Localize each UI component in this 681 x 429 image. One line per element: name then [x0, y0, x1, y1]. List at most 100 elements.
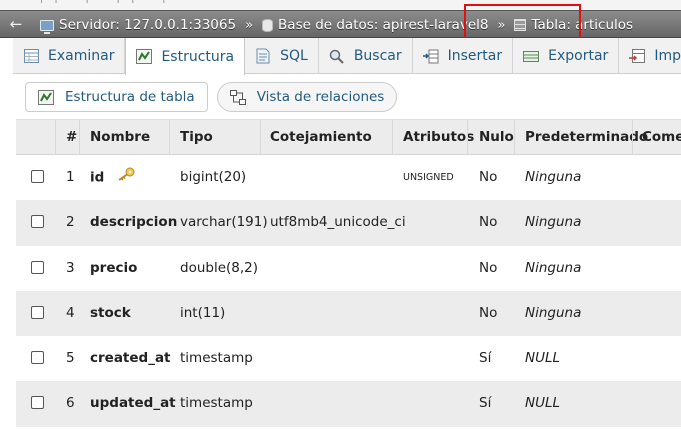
tab-label: Importa	[654, 48, 681, 64]
row-null: No	[479, 214, 498, 231]
table-header: # Nombre Tipo Cotejamiento Atributos Nul…	[16, 119, 681, 156]
row-attributes: UNSIGNED	[403, 172, 454, 183]
header-collation[interactable]: Cotejamiento	[270, 120, 372, 156]
subtab-table-structure[interactable]: Estructura de tabla	[25, 82, 208, 112]
primary-key-icon	[117, 155, 135, 200]
row-type: timestamp	[180, 395, 253, 412]
row-name: created_at	[90, 350, 171, 367]
tab-examinar[interactable]: Examinar	[13, 38, 126, 74]
header-comments[interactable]: Comen	[642, 120, 681, 156]
tab-label: SQL	[280, 48, 308, 64]
column-divider	[632, 120, 633, 156]
tab-label: Insertar	[447, 48, 503, 64]
export-icon	[523, 48, 540, 64]
row-null: Sí	[479, 350, 492, 367]
row-checkbox[interactable]	[31, 305, 44, 319]
row-num: 3	[66, 259, 75, 276]
browse-icon	[23, 48, 39, 64]
row-type: varchar(191)	[180, 214, 268, 231]
row-name: stock	[90, 304, 131, 321]
table-structure-icon	[38, 89, 55, 105]
insert-icon	[422, 48, 439, 64]
row-null: No	[479, 169, 498, 185]
table-row: 6 updated_at timestamp Sí NULL	[16, 381, 681, 427]
row-default: Ninguna	[525, 259, 582, 276]
row-num: 2	[66, 214, 75, 231]
breadcrumb-database-label: Base de datos: apirest-laravel8	[278, 17, 489, 33]
row-name: precio	[90, 259, 138, 276]
breadcrumb-database[interactable]: Base de datos: apirest-laravel8	[262, 17, 488, 33]
table-row: 5 created_at timestamp Sí NULL	[16, 336, 681, 382]
tab-label: Buscar	[353, 48, 402, 64]
row-null: No	[479, 259, 498, 276]
column-divider	[260, 120, 261, 156]
search-icon	[329, 48, 345, 64]
row-checkbox[interactable]	[31, 260, 44, 274]
tab-label: Exportar	[548, 48, 609, 64]
breadcrumb-server[interactable]: Servidor: 127.0.0.1:33065	[40, 17, 237, 34]
table-row: 3 precio double(8,2) No Ninguna	[16, 245, 681, 291]
row-num: 5	[66, 350, 75, 367]
row-type: bigint(20)	[180, 169, 247, 185]
row-default: Ninguna	[525, 169, 582, 185]
tab-importar[interactable]: Importa	[619, 38, 681, 74]
header-num[interactable]: #	[66, 120, 77, 156]
row-type: timestamp	[180, 350, 253, 367]
import-icon	[629, 48, 646, 64]
table-row: 1 id bigint(20) UNSIGNED No Ninguna	[16, 155, 681, 201]
tab-label: Examinar	[48, 48, 115, 64]
breadcrumb-server-label: Servidor: 127.0.0.1:33065	[59, 17, 237, 33]
tab-label: Estructura	[161, 48, 235, 65]
row-checkbox[interactable]	[31, 170, 44, 183]
row-name: updated_at	[90, 395, 176, 412]
table-row: 4 stock int(11) No Ninguna	[16, 290, 681, 337]
tab-insertar[interactable]: Insertar	[413, 38, 514, 74]
row-default: NULL	[525, 350, 561, 367]
sub-tabs: Estructura de tabla Vista de relaciones	[25, 82, 406, 112]
phpmyadmin-page: ı ııı ıı ← Servidor: 127.0.0.1:33065 » B…	[0, 0, 681, 429]
tab-estructura[interactable]: Estructura	[125, 38, 246, 75]
row-num: 1	[66, 169, 75, 185]
row-name: descripcion	[90, 214, 178, 231]
row-name: id	[90, 169, 105, 186]
column-divider	[55, 120, 56, 156]
server-icon	[40, 19, 54, 34]
database-icon	[262, 18, 274, 32]
tab-exportar[interactable]: Exportar	[513, 38, 620, 74]
collapse-arrow-icon[interactable]: ←	[5, 13, 27, 35]
row-name-cell: id	[90, 155, 135, 200]
tab-sql[interactable]: SQL	[245, 38, 319, 74]
row-collation: utf8mb4_unicode_ci	[270, 214, 406, 231]
tab-buscar[interactable]: Buscar	[319, 38, 413, 74]
row-num: 4	[66, 304, 75, 321]
row-type: int(11)	[180, 304, 226, 321]
row-default: Ninguna	[525, 214, 582, 231]
column-divider	[514, 120, 515, 156]
header-name[interactable]: Nombre	[90, 120, 150, 156]
table-row: 2 descripcion varchar(191) utf8mb4_unico…	[16, 200, 681, 246]
column-divider	[169, 120, 170, 156]
header-default[interactable]: Predeterminado	[525, 120, 648, 156]
relations-icon	[229, 89, 247, 105]
subtab-label: Vista de relaciones	[256, 89, 385, 105]
subtab-relations-view[interactable]: Vista de relaciones	[216, 82, 398, 112]
structure-icon	[136, 49, 153, 65]
header-type[interactable]: Tipo	[180, 120, 213, 156]
row-null: Sí	[479, 395, 492, 412]
row-checkbox[interactable]	[31, 351, 44, 365]
row-type: double(8,2)	[180, 259, 259, 276]
red-highlight-box	[464, 4, 581, 42]
sql-icon	[255, 48, 271, 64]
header-null[interactable]: Nulo	[479, 120, 514, 156]
row-num: 6	[66, 395, 75, 412]
column-divider	[467, 120, 468, 156]
structure-table: # Nombre Tipo Cotejamiento Atributos Nul…	[16, 119, 681, 427]
column-divider	[79, 120, 80, 156]
column-divider	[392, 120, 393, 156]
row-checkbox[interactable]	[31, 215, 44, 229]
row-checkbox[interactable]	[31, 396, 44, 410]
row-default: NULL	[525, 395, 561, 412]
breadcrumb-separator: »	[245, 17, 254, 33]
row-default: Ninguna	[525, 304, 582, 321]
header-attributes[interactable]: Atributos	[403, 120, 474, 156]
